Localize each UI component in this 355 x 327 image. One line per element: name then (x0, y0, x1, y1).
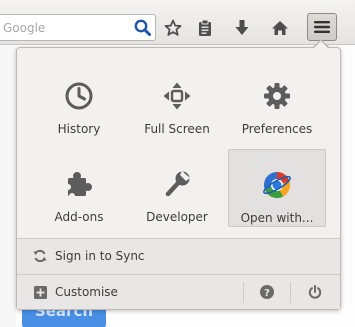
menu-item-open-with[interactable]: Open with... (228, 149, 326, 227)
gear-icon (261, 80, 293, 112)
browser-toolbar (0, 0, 355, 45)
svg-text:?: ? (264, 288, 270, 299)
menu-item-label: Open with... (240, 211, 314, 225)
menu-item-preferences[interactable]: Preferences (228, 61, 326, 139)
menu-item-developer[interactable]: Developer (128, 149, 226, 227)
menu-item-label: Developer (146, 210, 208, 224)
page-content-strip (0, 44, 16, 327)
main-menu-panel: History Full Screen Preferences Add-ons … (16, 47, 341, 310)
help-icon[interactable]: ? (250, 275, 284, 309)
footer-separator (243, 282, 244, 303)
customise-label[interactable]: Customise (55, 285, 118, 299)
sync-row[interactable]: Sign in to Sync (17, 238, 340, 274)
search-box[interactable] (0, 14, 156, 41)
power-icon[interactable] (298, 275, 332, 309)
fullscreen-arrows-icon (161, 80, 193, 112)
panel-arrow-fill (314, 41, 328, 48)
search-input[interactable] (3, 15, 127, 40)
wrench-icon (161, 168, 193, 200)
star-icon[interactable] (160, 14, 186, 42)
sync-icon (33, 249, 47, 263)
plus-box-icon[interactable] (33, 285, 47, 299)
sync-label: Sign in to Sync (55, 249, 145, 263)
search-icon[interactable] (133, 18, 152, 37)
puzzle-piece-icon (63, 168, 95, 200)
menu-item-history[interactable]: History (30, 61, 128, 139)
menu-item-full-screen[interactable]: Full Screen (128, 61, 226, 139)
clock-icon (63, 80, 95, 112)
menu-item-label: Add-ons (54, 210, 104, 224)
hamburger-icon[interactable] (307, 13, 337, 41)
web-browser-icon (261, 169, 293, 201)
menu-item-add-ons[interactable]: Add-ons (30, 149, 128, 227)
home-icon[interactable] (267, 14, 293, 42)
customise-row: Customise ? (17, 274, 340, 309)
menu-item-label: Full Screen (144, 122, 210, 136)
download-arrow-icon[interactable] (229, 14, 255, 42)
menu-item-label: Preferences (241, 122, 313, 136)
menu-item-label: History (57, 122, 101, 136)
footer-separator (290, 282, 291, 303)
clipboard-icon[interactable] (192, 14, 218, 42)
